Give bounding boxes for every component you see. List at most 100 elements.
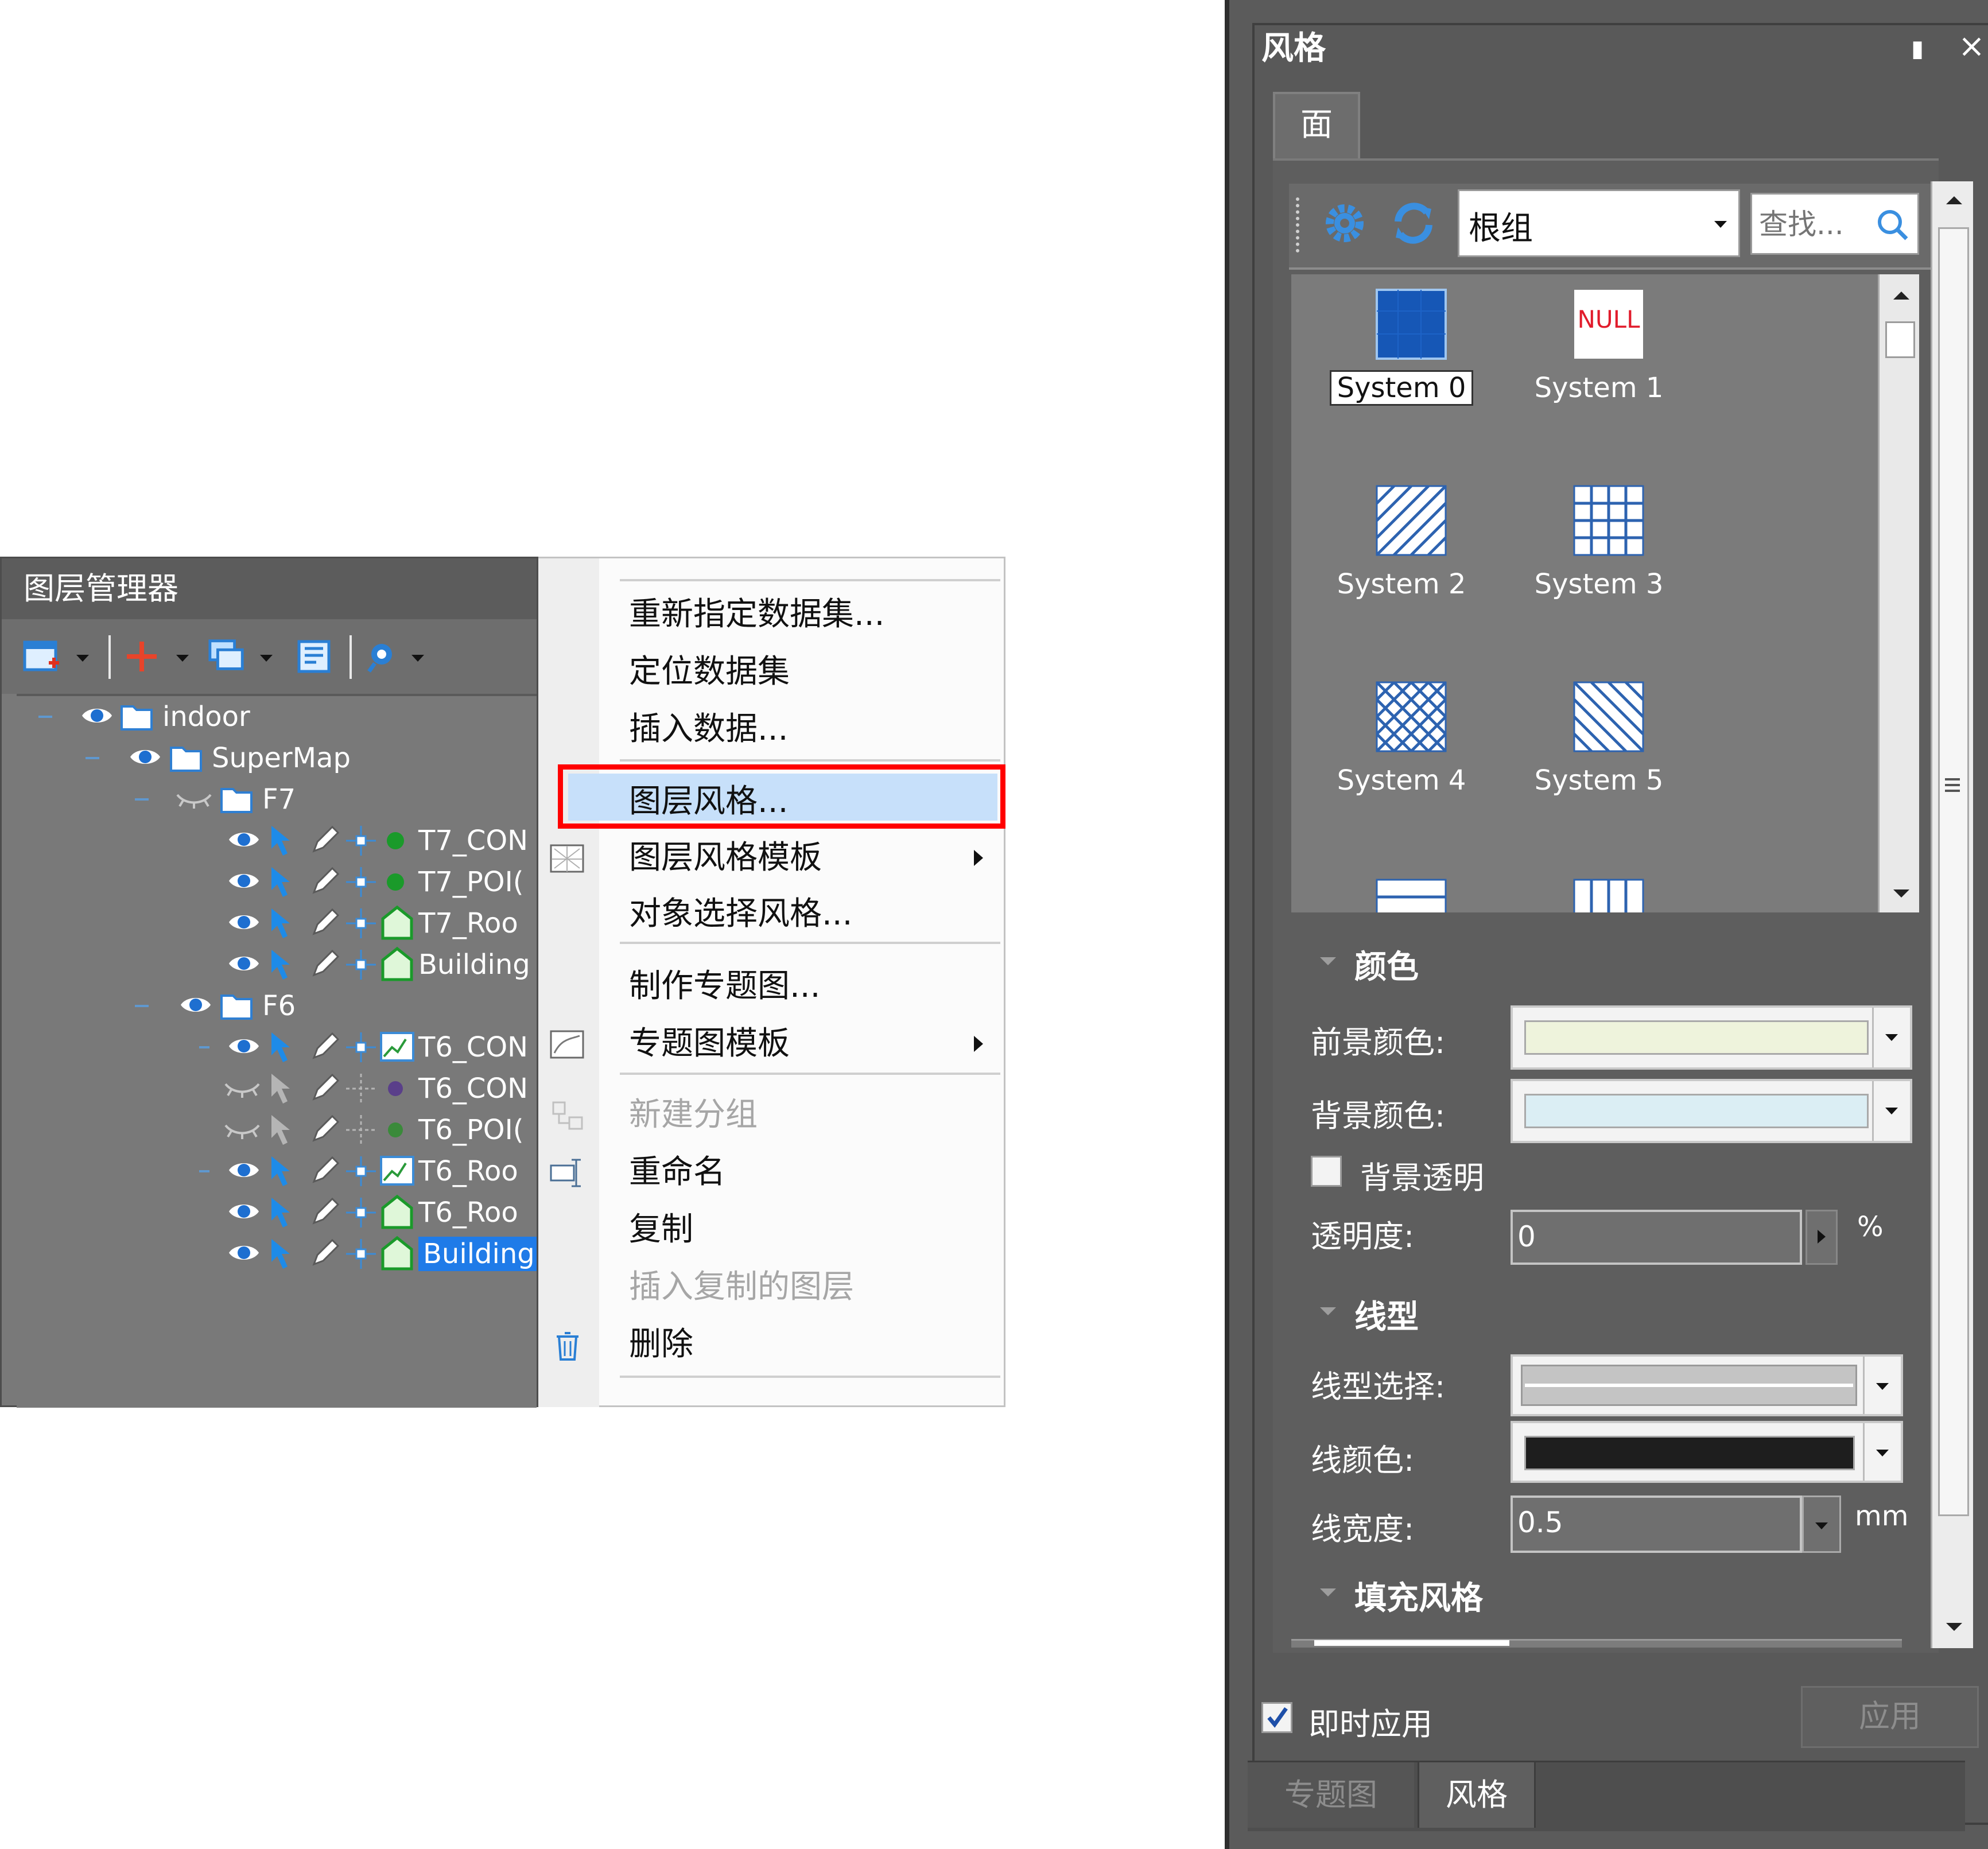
locate-icon[interactable] — [364, 636, 401, 677]
tree-item-layer[interactable]: T7_Roo — [17, 903, 537, 944]
snap-icon[interactable] — [345, 825, 377, 857]
menu-item-insert-copied-layer[interactable]: 插入复制的图层 — [538, 1261, 1004, 1314]
eye-icon[interactable] — [180, 992, 212, 1017]
selectable-arrow-icon[interactable] — [267, 865, 294, 898]
editable-pencil-icon[interactable] — [308, 1114, 341, 1146]
menu-item-layer-style-template[interactable]: 图层风格模板 — [538, 832, 1004, 884]
editable-pencil-icon[interactable] — [308, 1031, 341, 1063]
menu-item-make-thematic-map[interactable]: 制作专题图... — [538, 960, 1004, 1013]
snap-icon[interactable] — [345, 1238, 377, 1270]
new-layer-icon[interactable] — [22, 636, 63, 677]
tree-item-layer[interactable]: T7_POI( — [17, 861, 537, 903]
snap-icon[interactable] — [345, 1197, 377, 1229]
symbol-system-2[interactable]: System 2 — [1315, 475, 1488, 647]
tab-thematic-map[interactable]: 专题图 — [1248, 1762, 1414, 1828]
selectable-arrow-icon[interactable] — [267, 1071, 294, 1105]
editable-pencil-icon[interactable] — [308, 825, 341, 857]
close-icon[interactable]: × — [1958, 28, 1985, 65]
tree-item-layer[interactable]: T7_CON — [17, 820, 537, 861]
tree-item-layer[interactable]: Building — [17, 944, 537, 985]
symbol-system-3[interactable]: System 3 — [1513, 475, 1685, 647]
collapse-icon[interactable] — [1320, 1588, 1336, 1596]
selectable-arrow-icon[interactable] — [267, 1154, 294, 1187]
expand-icon[interactable] — [199, 1170, 209, 1172]
tree-item-layer[interactable]: T6_Roo — [17, 1151, 537, 1192]
search-icon[interactable] — [1874, 206, 1912, 244]
menu-item-layer-style[interactable]: 图层风格... — [538, 775, 1004, 828]
tree-item-layer[interactable]: T6_CON — [17, 1068, 537, 1109]
gallery-scrollbar[interactable] — [1878, 274, 1919, 912]
symbol-system-1[interactable]: NULL System 1 — [1513, 279, 1685, 451]
scroll-up-icon[interactable] — [1893, 292, 1909, 300]
editable-pencil-icon[interactable] — [308, 1197, 341, 1229]
editable-pencil-icon[interactable] — [308, 866, 341, 898]
tree-item-layer[interactable]: T6_POI( — [17, 1109, 537, 1151]
panel-scrollbar[interactable] — [1931, 181, 1973, 1648]
selectable-arrow-icon[interactable] — [267, 906, 294, 939]
layer-group-dropdown-icon[interactable] — [260, 655, 273, 662]
refresh-icon[interactable] — [1387, 196, 1440, 250]
selectable-arrow-icon[interactable] — [267, 1113, 294, 1146]
menu-item-object-selection-style[interactable]: 对象选择风格... — [538, 888, 1004, 941]
tab-region[interactable]: 面 — [1273, 92, 1360, 158]
layer-properties-icon[interactable] — [296, 636, 332, 677]
editable-pencil-icon[interactable] — [308, 907, 341, 939]
eye-icon[interactable] — [228, 951, 260, 976]
section-fill-style[interactable]: 填充风格 — [1354, 1572, 1483, 1619]
scroll-thumb[interactable] — [1938, 227, 1969, 1516]
eye-closed-icon[interactable] — [224, 1077, 260, 1098]
add-layer-icon[interactable] — [123, 636, 160, 677]
eye-icon[interactable] — [81, 703, 113, 728]
tree-item-f7[interactable]: F7 — [17, 779, 537, 820]
eye-closed-icon[interactable] — [224, 1118, 260, 1139]
tree-item-indoor[interactable]: indoor — [17, 696, 537, 737]
section-color[interactable]: 颜色 — [1354, 941, 1419, 988]
line-width-input[interactable]: 0.5 — [1511, 1495, 1802, 1553]
snap-icon[interactable] — [345, 949, 377, 981]
menu-item-rename[interactable]: 重命名 — [538, 1146, 1004, 1199]
collapse-icon[interactable] — [135, 798, 149, 801]
snap-icon[interactable] — [345, 866, 377, 898]
eye-icon[interactable] — [129, 744, 161, 770]
scroll-thumb[interactable] — [1885, 321, 1915, 358]
editable-pencil-icon[interactable] — [308, 949, 341, 981]
snap-icon[interactable] — [345, 1114, 377, 1146]
symbol-system-4[interactable]: System 4 — [1315, 671, 1488, 844]
menu-item-new-group[interactable]: 新建分组 — [538, 1089, 1004, 1141]
selectable-arrow-icon[interactable] — [267, 1237, 294, 1270]
scroll-down-icon[interactable] — [1946, 1623, 1962, 1631]
menu-item-locate-dataset[interactable]: 定位数据集 — [538, 646, 1004, 698]
symbol-system-0[interactable]: System 0 — [1315, 279, 1488, 451]
editable-pencil-icon[interactable] — [308, 1238, 341, 1270]
transparency-input[interactable]: 0 — [1511, 1210, 1802, 1265]
tree-item-layer-selected[interactable]: Building — [17, 1233, 537, 1275]
apply-button[interactable]: 应用 — [1801, 1686, 1979, 1748]
selectable-arrow-icon[interactable] — [267, 1195, 294, 1229]
layer-group-icon[interactable] — [206, 636, 247, 677]
menu-item-reassign-dataset[interactable]: 重新指定数据集... — [538, 588, 1004, 641]
search-input[interactable] — [1759, 203, 1868, 246]
menu-item-insert-data[interactable]: 插入数据... — [538, 703, 1004, 756]
snap-icon[interactable] — [345, 1031, 377, 1063]
line-width-dropdown[interactable] — [1802, 1495, 1841, 1553]
line-color-picker[interactable] — [1511, 1421, 1903, 1483]
symbol-system-6[interactable] — [1315, 869, 1488, 912]
eye-icon[interactable] — [228, 910, 260, 935]
scroll-down-icon[interactable] — [1893, 889, 1909, 898]
collapse-icon[interactable] — [1320, 1307, 1336, 1315]
line-type-select[interactable] — [1511, 1354, 1903, 1416]
collapse-icon[interactable] — [86, 757, 99, 759]
add-layer-dropdown-icon[interactable] — [176, 655, 189, 662]
eye-icon[interactable] — [228, 1034, 260, 1059]
selectable-arrow-icon[interactable] — [267, 1030, 294, 1063]
eye-icon[interactable] — [228, 827, 260, 852]
symbol-system-5[interactable]: System 5 — [1513, 671, 1685, 844]
gear-icon[interactable] — [1318, 196, 1372, 250]
eye-closed-icon[interactable] — [176, 788, 212, 809]
scroll-up-icon[interactable] — [1946, 196, 1962, 204]
new-layer-dropdown-icon[interactable] — [76, 655, 89, 662]
locate-dropdown-icon[interactable] — [411, 655, 424, 662]
transparency-spinner[interactable] — [1805, 1210, 1838, 1265]
snap-icon[interactable] — [345, 1155, 377, 1187]
eye-icon[interactable] — [228, 868, 260, 894]
